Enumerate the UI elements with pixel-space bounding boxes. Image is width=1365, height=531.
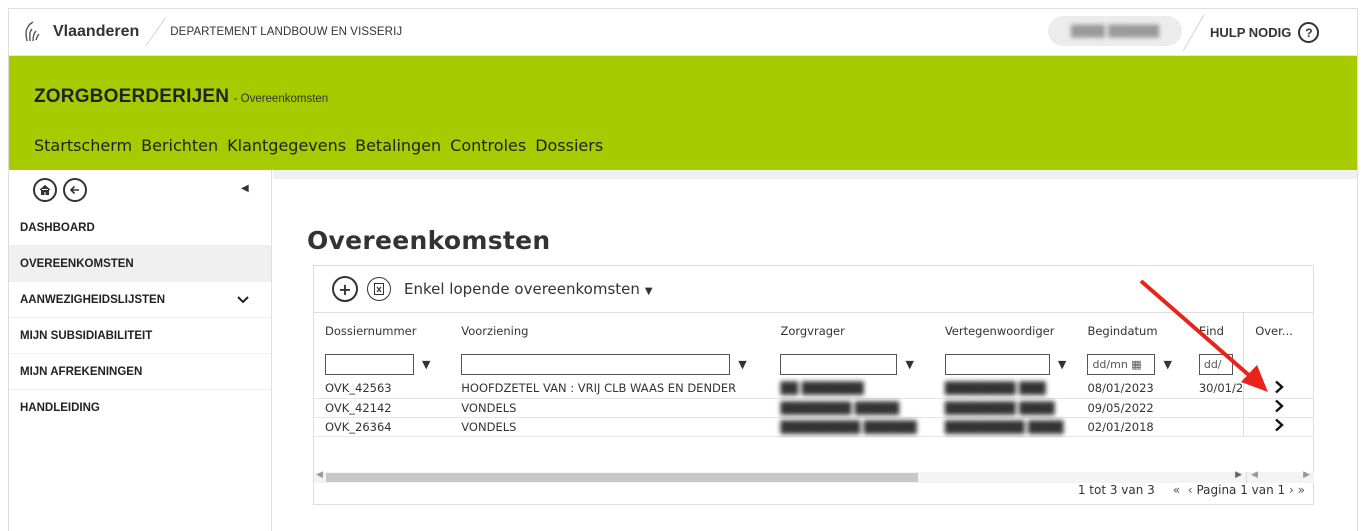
horizontal-scrollbar[interactable]: ◀ ▶ [314, 470, 1246, 483]
prev-page-icon[interactable]: ‹ [1188, 483, 1193, 497]
cell-zorgvrager: ██ ███████ [780, 381, 864, 396]
app-window: Vlaanderen DEPARTEMENT LANDBOUW EN VISSE… [8, 8, 1358, 531]
nav-berichten[interactable]: Berichten [141, 136, 218, 155]
app-title: ZORGBOERDERIJEN - Overeenkomsten [34, 86, 328, 108]
app-header: ZORGBOERDERIJEN - Overeenkomsten Startsc… [9, 56, 1357, 170]
nav-startscherm[interactable]: Startscherm [34, 136, 132, 155]
user-name: ████ ██████ [1070, 24, 1160, 38]
sidebar-item-overeenkomsten[interactable]: OVEREENKOMSTEN [9, 246, 271, 282]
filter-dropdown[interactable]: Enkel lopende overeenkomsten ▼ [404, 280, 653, 298]
page-title: Overeenkomsten [307, 226, 551, 255]
divider [1182, 15, 1205, 51]
help-label: HULP NODIG [1210, 25, 1292, 40]
sidebar-item-handleiding[interactable]: HANDLEIDING [9, 390, 271, 426]
sidebar-item-label: AANWEZIGHEIDSLIJSTEN [20, 293, 166, 306]
add-icon[interactable]: + [332, 276, 358, 302]
app-name[interactable]: ZORGBOERDERIJEN [34, 86, 229, 107]
sidebar-item-label: MIJN SUBSIDIABILITEIT [20, 329, 153, 342]
sidebar-item-label: HANDLEIDING [20, 402, 100, 414]
open-detail-chevron-icon[interactable] [1243, 417, 1313, 436]
vertegenwoordiger-filter-input[interactable] [944, 353, 1050, 375]
sidebar-item-aanwezigheidslijsten[interactable]: AANWEZIGHEIDSLIJSTEN [9, 282, 271, 318]
cell-vertegenwoordiger: ████████ ███ [944, 381, 1046, 396]
col-header-vertegenwoordiger[interactable]: Vertegenwoordiger [934, 313, 1077, 349]
next-page-icon[interactable]: › [1289, 483, 1294, 497]
cell-begindatum: 02/01/2018 [1087, 419, 1154, 434]
cell-voorziening: HOOFDZETEL VAN : VRIJ CLB WAAS EN DENDER [461, 381, 737, 396]
help-icon: ? [1298, 22, 1320, 43]
cell-vertegenwoordiger: █████████ ████ [944, 419, 1064, 434]
filter-dropdown-label: Enkel lopende overeenkomsten [404, 280, 640, 298]
nav-controles[interactable]: Controles [450, 136, 526, 155]
filter-icon[interactable]: ▼ [905, 358, 913, 371]
sidebar-item-mijn-afrekeningen[interactable]: MIJN AFREKENINGEN [9, 354, 271, 390]
scroll-left-icon[interactable]: ◀ [316, 470, 323, 480]
chevron-down-icon [237, 295, 249, 303]
sidebar-item-label: MIJN AFREKENINGEN [20, 365, 143, 378]
sidebar: ◀ DASHBOARD OVEREENKOMSTEN AANWEZIGHEIDS… [9, 170, 272, 531]
pagination: 1 tot 3 van 3 « ‹ Pagina 1 van 1 › » [1078, 483, 1305, 497]
filter-icon[interactable]: ▼ [738, 358, 746, 371]
content-top-strip [273, 170, 1357, 179]
cell-einddatum [1188, 417, 1244, 436]
caret-down-icon: ▼ [644, 286, 653, 297]
sidebar-item-dashboard[interactable]: DASHBOARD [9, 210, 271, 246]
collapse-sidebar-icon[interactable]: ◀ [241, 183, 249, 194]
nav-dossiers[interactable]: Dossiers [535, 136, 603, 155]
sidebar-item-label: DASHBOARD [20, 221, 95, 234]
back-arrow-icon[interactable] [63, 178, 87, 202]
sidebar-toolbar: ◀ [9, 170, 271, 210]
sidebar-item-label: OVEREENKOMSTEN [20, 257, 134, 270]
app-subtitle: - Overeenkomsten [233, 93, 329, 105]
brand-name[interactable]: Vlaanderen [53, 23, 139, 41]
table-row[interactable]: OVK_26364 VONDELS █████████ ██████ █████… [314, 417, 1313, 436]
main-nav: Startscherm Berichten Klantgegevens Beta… [34, 136, 612, 155]
cell-voorziening: VONDELS [461, 400, 517, 415]
scroll-right-icon[interactable]: ▶ [1303, 470, 1310, 480]
col-header-zorgvrager[interactable]: Zorgvrager [769, 313, 933, 349]
cell-vertegenwoordiger: ████████ ████ [944, 400, 1055, 415]
help-button[interactable]: HULP NODIG ? [1210, 22, 1320, 43]
voorziening-filter-input[interactable] [461, 353, 731, 375]
divider [145, 18, 167, 46]
red-annotation-arrow-icon [1139, 279, 1268, 392]
nav-klantgegevens[interactable]: Klantgegevens [227, 136, 346, 155]
record-count: 1 tot 3 van 3 [1077, 483, 1155, 497]
cell-dossier: OVK_42142 [325, 400, 392, 415]
last-page-icon[interactable]: » [1298, 483, 1305, 497]
excel-export-icon[interactable] [367, 277, 391, 301]
scroll-right-icon[interactable]: ▶ [1235, 470, 1242, 480]
date-placeholder: dd/mn [1092, 357, 1128, 371]
cell-zorgvrager: █████████ ██████ [780, 419, 917, 434]
scrollbar-thumb[interactable] [326, 473, 918, 482]
col-header-dossiernummer[interactable]: Dossiernummer [314, 313, 450, 349]
department-name: DEPARTEMENT LANDBOUW EN VISSERIJ [170, 26, 403, 38]
nav-betalingen[interactable]: Betalingen [355, 136, 441, 155]
sidebar-item-mijn-subsidiabiliteit[interactable]: MIJN SUBSIDIABILITEIT [9, 318, 271, 354]
cell-voorziening: VONDELS [461, 419, 517, 434]
page-indicator: Pagina 1 van 1 [1196, 483, 1286, 497]
filter-icon[interactable]: ▼ [422, 358, 430, 371]
first-page-icon[interactable]: « [1173, 483, 1180, 497]
user-account-button[interactable]: ████ ██████ [1048, 16, 1182, 46]
home-icon[interactable] [33, 178, 57, 202]
col-header-voorziening[interactable]: Voorziening [450, 313, 769, 349]
zorgvrager-filter-input[interactable] [780, 353, 898, 375]
filter-icon[interactable]: ▼ [1058, 358, 1066, 371]
cell-dossier: OVK_26364 [325, 419, 392, 434]
top-bar: Vlaanderen DEPARTEMENT LANDBOUW EN VISSE… [9, 9, 1357, 56]
vlaanderen-lion-icon[interactable] [23, 21, 43, 43]
cell-dossier: OVK_42563 [325, 381, 392, 396]
cell-zorgvrager: ████████ █████ [780, 400, 900, 415]
scroll-left-icon[interactable]: ◀ [1251, 470, 1258, 480]
horizontal-scrollbar-pinned[interactable]: ◀ ▶ [1246, 470, 1314, 483]
dossiernummer-filter-input[interactable] [325, 353, 414, 375]
